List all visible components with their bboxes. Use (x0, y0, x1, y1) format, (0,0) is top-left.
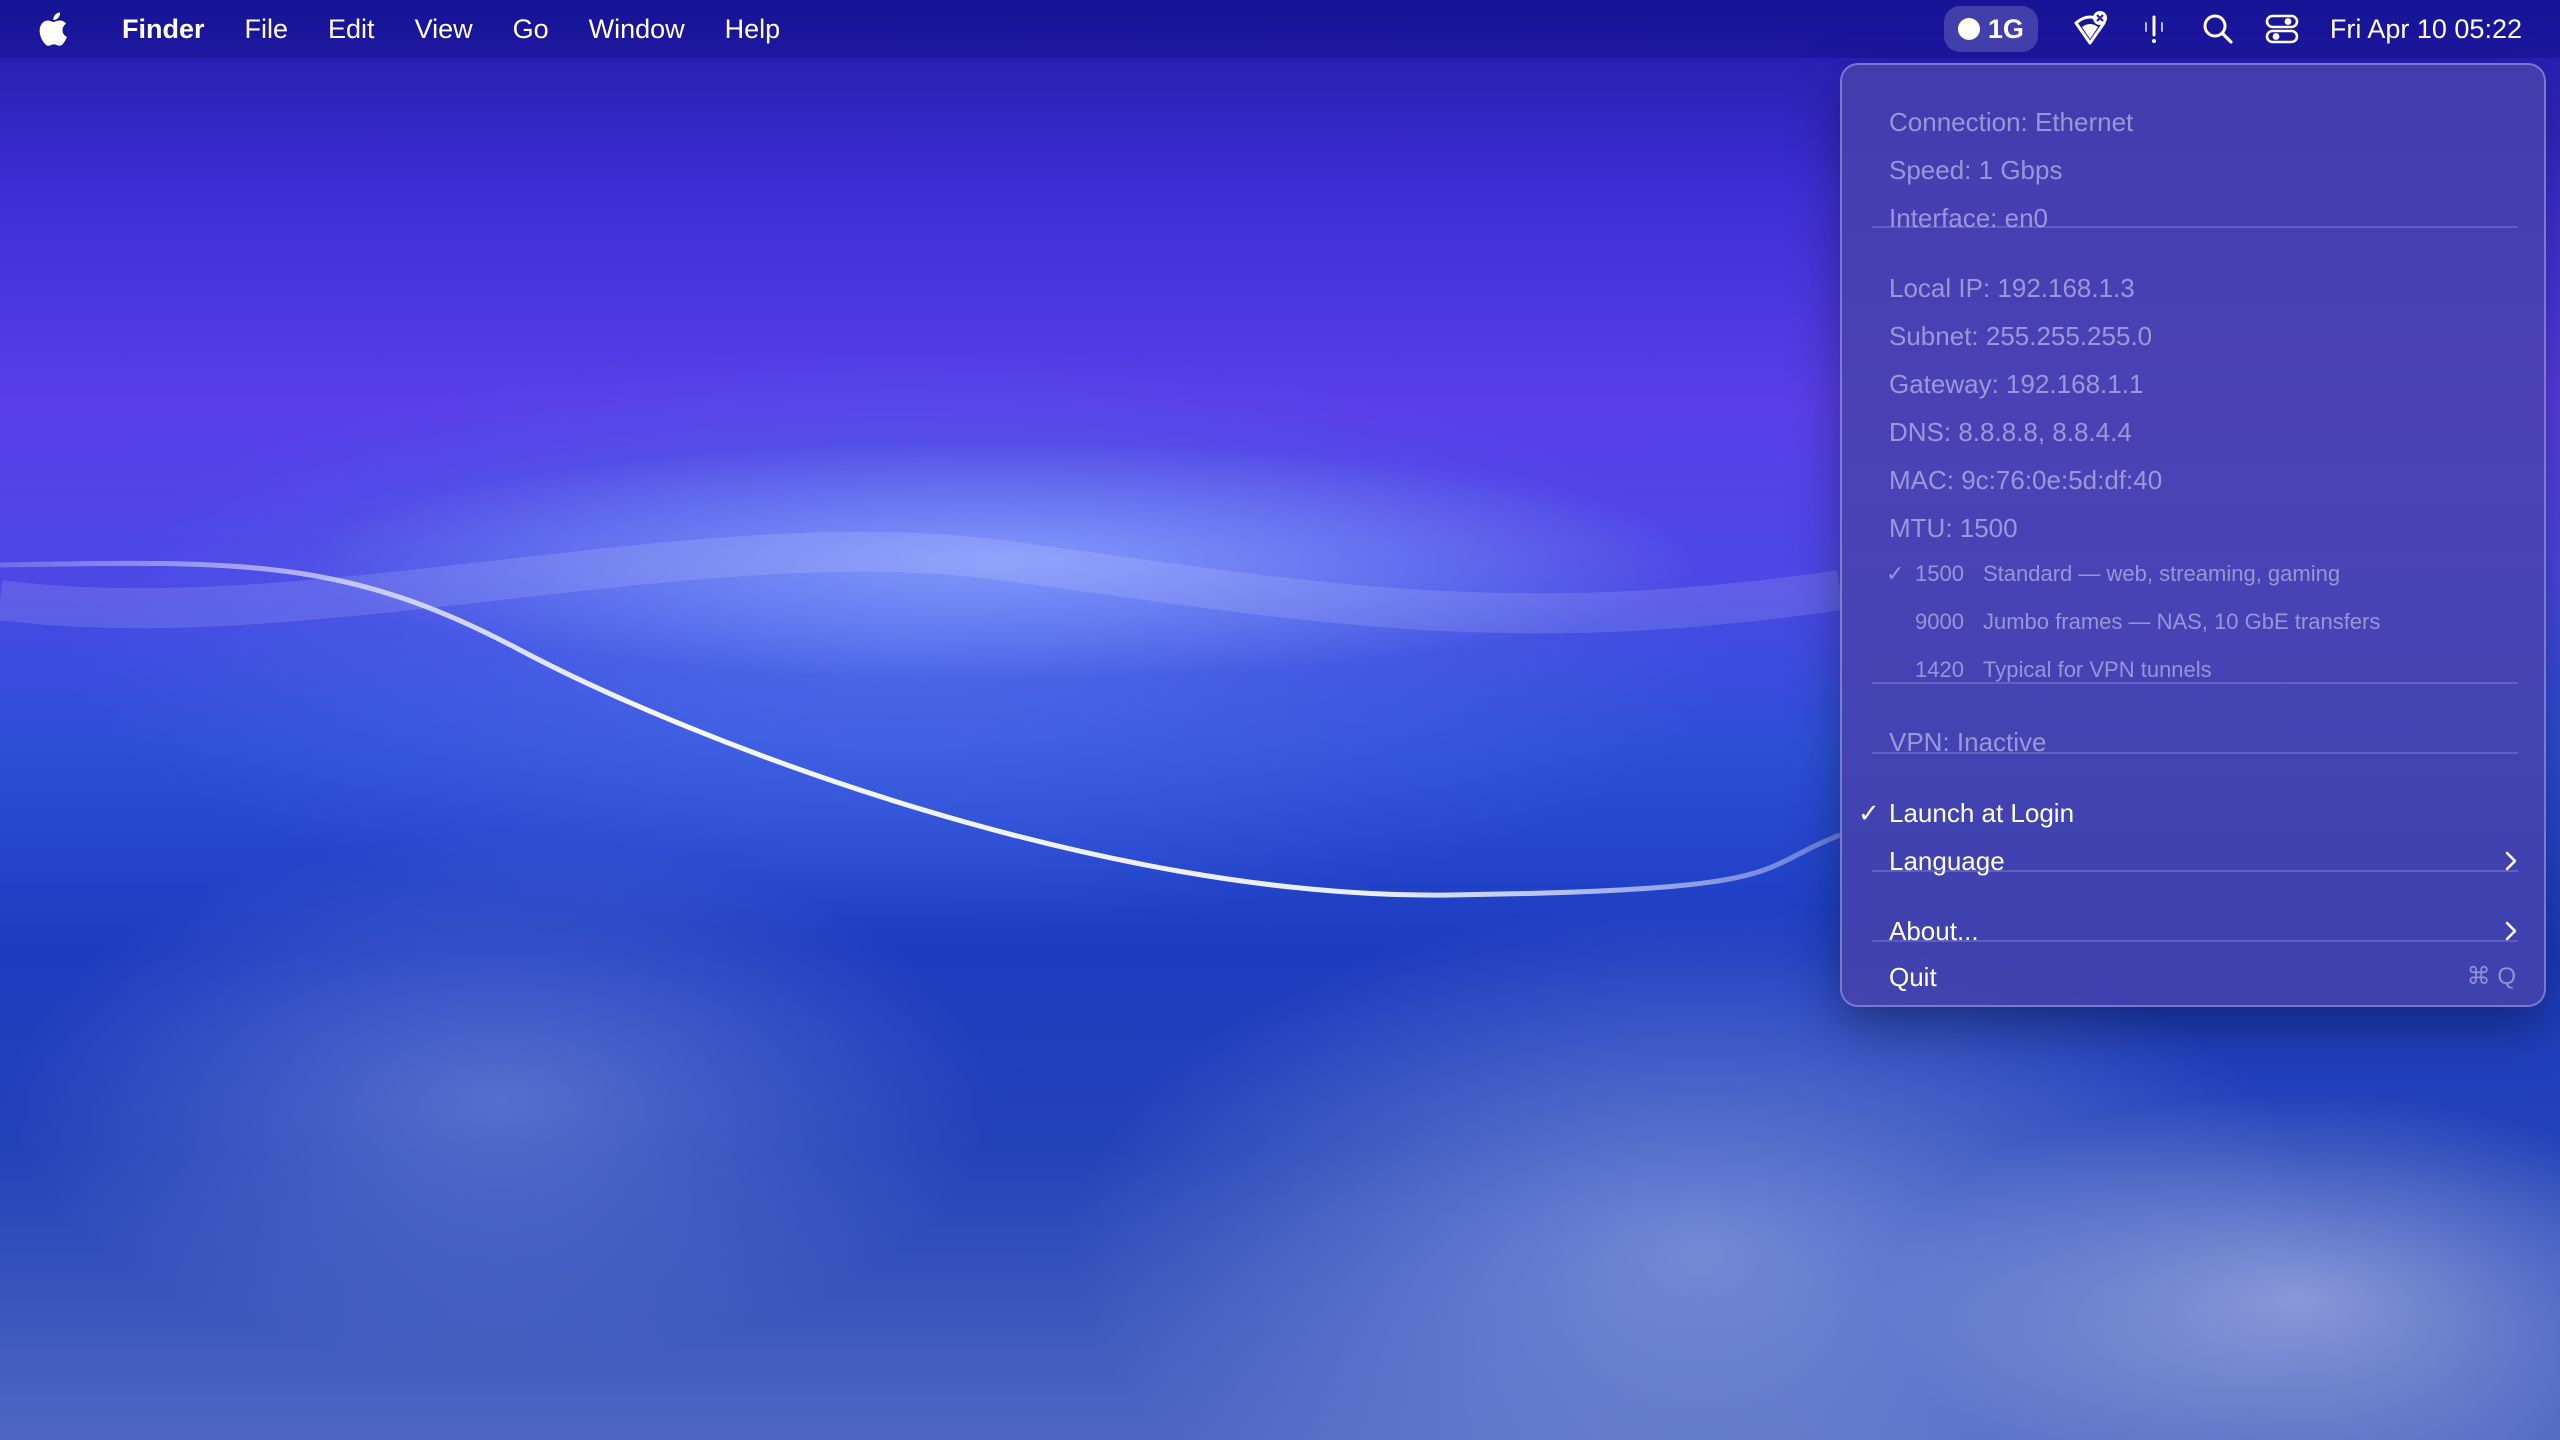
menu-edit[interactable]: Edit (308, 0, 395, 58)
mtu-option-9000[interactable]: 9000 Jumbo frames — NAS, 10 GbE transfer… (1842, 598, 2544, 646)
vpn-info: VPN: Inactive (1889, 727, 2047, 757)
separator (1872, 752, 2518, 754)
dns-info: DNS: 8.8.8.8, 8.8.4.4 (1889, 417, 2132, 447)
menu-file[interactable]: File (225, 0, 309, 58)
network-status-dropdown: Connection: Ethernet Speed: 1 Gbps Inter… (1840, 63, 2546, 1007)
about-label: About... (1889, 916, 1979, 946)
activity-icon[interactable] (2134, 0, 2174, 58)
checkmark-icon: ✓ (1858, 798, 1880, 828)
menu-go[interactable]: Go (493, 0, 569, 58)
network-error-icon[interactable] (2070, 0, 2110, 58)
separator (1872, 226, 2518, 228)
status-dot-icon (1957, 18, 1980, 40)
menu-bar: Finder File Edit View Go Window Help 1G (0, 0, 2560, 58)
mtu-option-1420[interactable]: 1420 Typical for VPN tunnels (1842, 646, 2544, 694)
mtu-option-1500[interactable]: ✓ 1500 Standard — web, streaming, gaming (1842, 550, 2544, 598)
mtu-option-description: Standard — web, streaming, gaming (1983, 561, 2341, 586)
menubar-clock[interactable]: Fri Apr 10 05:22 (2330, 14, 2522, 45)
interface-info: Interface: en0 (1889, 203, 2048, 233)
menu-view[interactable]: View (395, 0, 493, 58)
launch-at-login-label: Launch at Login (1889, 798, 2075, 828)
language-menu-item[interactable]: Language (1842, 837, 2544, 885)
language-label: Language (1889, 846, 2005, 876)
network-status-item[interactable]: 1G (1943, 6, 2038, 52)
network-speed-label: 1G (1987, 13, 2024, 44)
subnet-info: Subnet: 255.255.255.0 (1889, 321, 2153, 351)
separator (1872, 940, 2518, 942)
search-icon[interactable] (2198, 0, 2238, 58)
gateway-info: Gateway: 192.168.1.1 (1889, 369, 2144, 399)
local-ip-info: Local IP: 192.168.1.3 (1889, 273, 2135, 303)
mtu-option-description: Typical for VPN tunnels (1983, 657, 2212, 682)
mtu-option-value: 1500 (1915, 561, 1964, 586)
chevron-right-icon (2504, 907, 2518, 955)
menu-finder[interactable]: Finder (102, 0, 225, 58)
menu-window[interactable]: Window (569, 0, 705, 58)
mtu-option-description: Jumbo frames — NAS, 10 GbE transfers (1983, 609, 2381, 634)
mtu-option-value: 1420 (1915, 657, 1964, 682)
chevron-right-icon (2504, 837, 2518, 885)
quit-shortcut: ⌘ Q (2466, 963, 2516, 990)
about-menu-item[interactable]: About... (1842, 907, 2544, 955)
mac-info: MAC: 9c:76:0e:5d:df:40 (1889, 465, 2163, 495)
separator (1872, 870, 2518, 872)
control-center-icon[interactable] (2262, 0, 2302, 58)
speed-info: Speed: 1 Gbps (1889, 155, 2063, 185)
separator (1872, 682, 2518, 684)
quit-label: Quit (1889, 962, 1937, 992)
apple-logo-icon[interactable] (38, 10, 72, 48)
quit-menu-item[interactable]: Quit ⌘ Q (1842, 953, 2544, 1001)
menu-help[interactable]: Help (705, 0, 801, 58)
mtu-info: MTU: 1500 (1889, 513, 2018, 543)
mtu-option-value: 9000 (1915, 609, 1964, 634)
checkmark-icon: ✓ (1886, 561, 1905, 586)
launch-at-login-item[interactable]: ✓ Launch at Login (1842, 789, 2544, 837)
connection-info: Connection: Ethernet (1889, 107, 2134, 137)
